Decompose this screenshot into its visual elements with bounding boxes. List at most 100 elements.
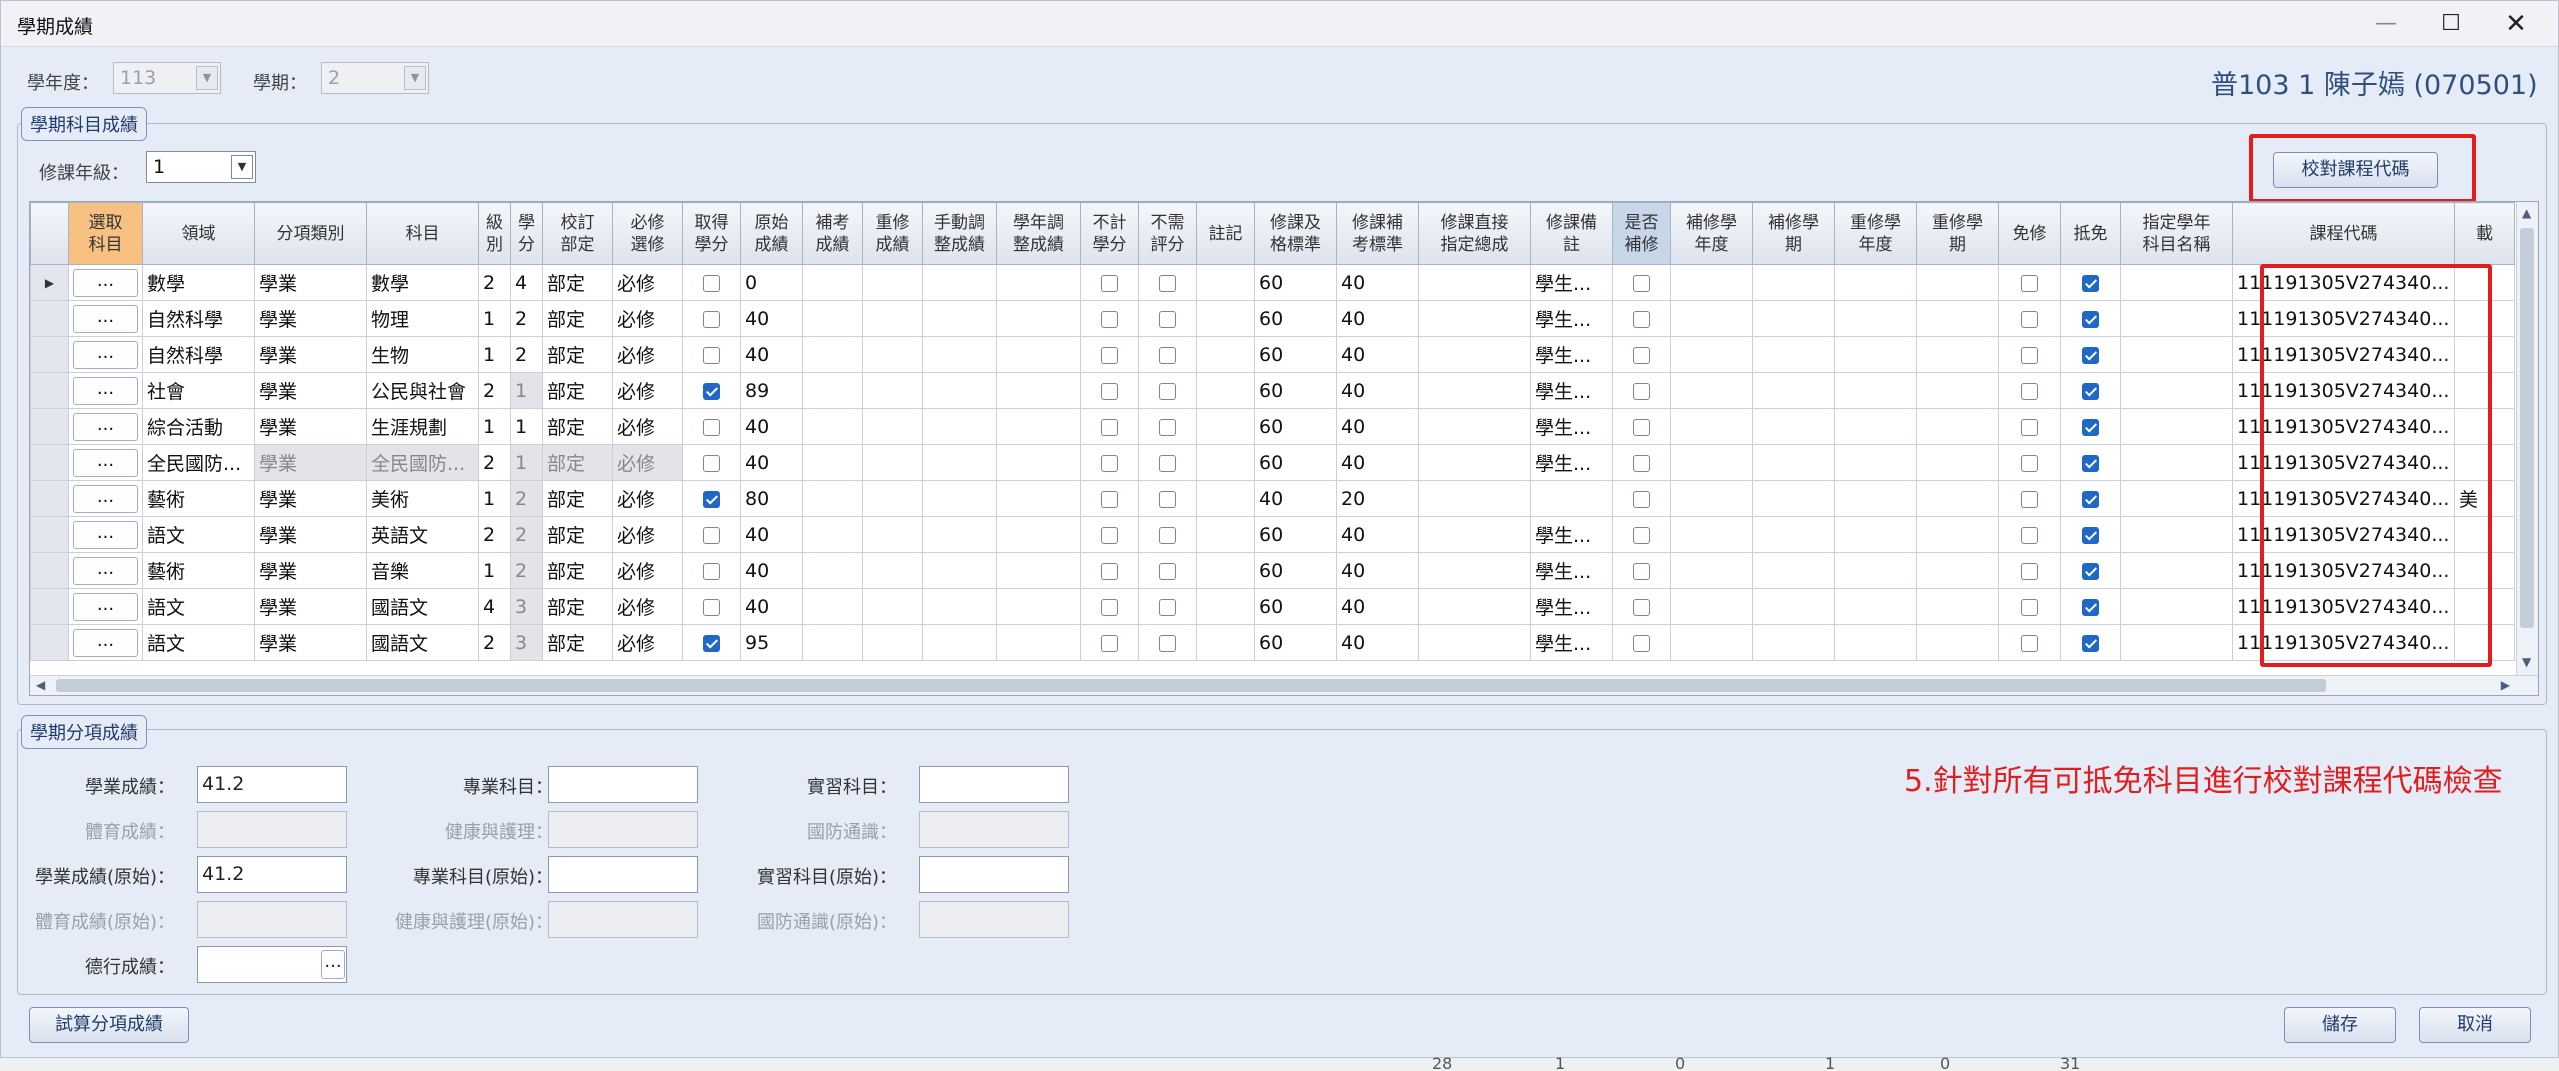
checkbox[interactable] — [2082, 274, 2099, 292]
required-cell[interactable]: 必修 — [612, 552, 683, 589]
manual-adjust-cell[interactable] — [922, 300, 997, 337]
school-cell[interactable]: 部定 — [542, 516, 613, 553]
exempt-cell[interactable] — [1998, 480, 2061, 517]
retake-year-cell[interactable] — [1834, 300, 1917, 337]
checkbox[interactable] — [2021, 274, 2038, 292]
checkbox[interactable] — [2082, 346, 2099, 364]
pass-standard-cell[interactable]: 60 — [1254, 336, 1337, 373]
column-header[interactable]: 重修學 年度 — [1834, 202, 1917, 265]
makeup-year-cell[interactable] — [1670, 624, 1753, 661]
manual-adjust-cell[interactable] — [922, 336, 997, 373]
makeup-year-cell[interactable] — [1670, 480, 1753, 517]
level-cell[interactable]: 2 — [478, 264, 511, 301]
manual-adjust-cell[interactable] — [922, 372, 997, 409]
earned-credit-cell[interactable] — [682, 372, 741, 409]
column-header[interactable]: 課程代碼 — [2232, 202, 2455, 265]
checkbox[interactable] — [1633, 346, 1650, 364]
is-makeup-cell[interactable] — [1612, 624, 1671, 661]
checkbox[interactable] — [1633, 454, 1650, 472]
remark-cell[interactable] — [1196, 444, 1255, 481]
raw-score-cell[interactable]: 40 — [740, 336, 803, 373]
column-header[interactable]: 註記 — [1196, 202, 1255, 265]
makeup-term-cell[interactable] — [1752, 480, 1835, 517]
row-selector[interactable] — [30, 480, 69, 517]
maximize-icon[interactable]: ☐ — [2431, 9, 2471, 39]
credit-cell[interactable]: 2 — [510, 300, 543, 337]
school-cell[interactable]: 部定 — [542, 336, 613, 373]
select-subject-cell[interactable]: ... — [68, 408, 143, 445]
checkbox[interactable] — [1633, 382, 1650, 400]
makeup-year-cell[interactable] — [1670, 264, 1753, 301]
select-subject-button[interactable]: ... — [73, 304, 138, 333]
subject-cell[interactable]: 英語文 — [366, 516, 479, 553]
raw-score-cell[interactable]: 40 — [740, 300, 803, 337]
retake-term-cell[interactable] — [1916, 624, 1999, 661]
makeup-year-cell[interactable] — [1670, 516, 1753, 553]
vertical-scroll-thumb[interactable] — [2520, 228, 2534, 628]
pass-standard-cell[interactable]: 60 — [1254, 300, 1337, 337]
is-makeup-cell[interactable] — [1612, 408, 1671, 445]
retake-score-cell[interactable] — [862, 264, 923, 301]
row-selector[interactable] — [30, 336, 69, 373]
direct-total-cell[interactable] — [1418, 336, 1531, 373]
category-cell[interactable]: 學業 — [254, 480, 367, 517]
checkbox[interactable] — [2082, 598, 2099, 616]
remark-cell[interactable] — [1196, 408, 1255, 445]
retake-term-cell[interactable] — [1916, 300, 1999, 337]
school-cell[interactable]: 部定 — [542, 588, 613, 625]
subject-cell[interactable]: 生物 — [366, 336, 479, 373]
no-credit-cell[interactable] — [1080, 624, 1139, 661]
scroll-down-icon[interactable]: ▼ — [2522, 655, 2531, 669]
year-adjust-cell[interactable] — [996, 264, 1081, 301]
checkbox[interactable] — [703, 454, 720, 472]
pass-standard-cell[interactable]: 40 — [1254, 480, 1337, 517]
category-cell[interactable]: 學業 — [254, 444, 367, 481]
remark-cell[interactable] — [1196, 336, 1255, 373]
exempt-cell[interactable] — [1998, 552, 2061, 589]
is-makeup-cell[interactable] — [1612, 480, 1671, 517]
exempt-cell[interactable] — [1998, 336, 2061, 373]
grade-select[interactable]: 1 ▼ — [146, 151, 256, 183]
raw-score-cell[interactable]: 40 — [740, 444, 803, 481]
school-cell[interactable]: 部定 — [542, 264, 613, 301]
level-cell[interactable]: 1 — [478, 408, 511, 445]
pass-standard-cell[interactable]: 60 — [1254, 264, 1337, 301]
subject-cell[interactable]: 物理 — [366, 300, 479, 337]
no-credit-cell[interactable] — [1080, 444, 1139, 481]
credit-transfer-cell[interactable] — [2060, 552, 2121, 589]
retake-year-cell[interactable] — [1834, 336, 1917, 373]
practice-raw-field[interactable] — [919, 856, 1069, 893]
domain-cell[interactable]: 語文 — [142, 516, 255, 553]
checkbox[interactable] — [1159, 418, 1176, 436]
exempt-cell[interactable] — [1998, 408, 2061, 445]
pass-standard-cell[interactable]: 60 — [1254, 444, 1337, 481]
column-header[interactable]: 重修 成績 — [862, 202, 923, 265]
manual-adjust-cell[interactable] — [922, 624, 997, 661]
is-makeup-cell[interactable] — [1612, 516, 1671, 553]
level-cell[interactable]: 2 — [478, 516, 511, 553]
makeup-score-cell[interactable] — [802, 336, 863, 373]
no-grading-cell[interactable] — [1138, 588, 1197, 625]
makeup-standard-cell[interactable]: 40 — [1336, 588, 1419, 625]
column-header[interactable]: 領域 — [142, 202, 255, 265]
credit-transfer-cell[interactable] — [2060, 372, 2121, 409]
exempt-cell[interactable] — [1998, 516, 2061, 553]
checkbox[interactable] — [1101, 310, 1118, 328]
select-subject-button[interactable]: ... — [73, 340, 138, 369]
category-cell[interactable]: 學業 — [254, 516, 367, 553]
makeup-score-cell[interactable] — [802, 588, 863, 625]
table-row[interactable]: ... 社會 學業 公民與社會 2 1 部定 必修 89 60 40 學生... 111191305V2… — [30, 372, 2515, 409]
no-grading-cell[interactable] — [1138, 624, 1197, 661]
subject-cell[interactable]: 音樂 — [366, 552, 479, 589]
column-header[interactable]: 補考 成績 — [802, 202, 863, 265]
row-selector[interactable] — [30, 516, 69, 553]
calculate-items-button[interactable]: 試算分項成績 — [29, 1007, 189, 1043]
assigned-subject-cell[interactable] — [2120, 624, 2233, 661]
no-grading-cell[interactable] — [1138, 264, 1197, 301]
direct-total-cell[interactable] — [1418, 624, 1531, 661]
conduct-field[interactable]: ... — [197, 946, 347, 983]
direct-total-cell[interactable] — [1418, 300, 1531, 337]
select-subject-button[interactable]: ... — [73, 484, 138, 513]
checkbox[interactable] — [2082, 526, 2099, 544]
checkbox[interactable] — [2021, 346, 2038, 364]
